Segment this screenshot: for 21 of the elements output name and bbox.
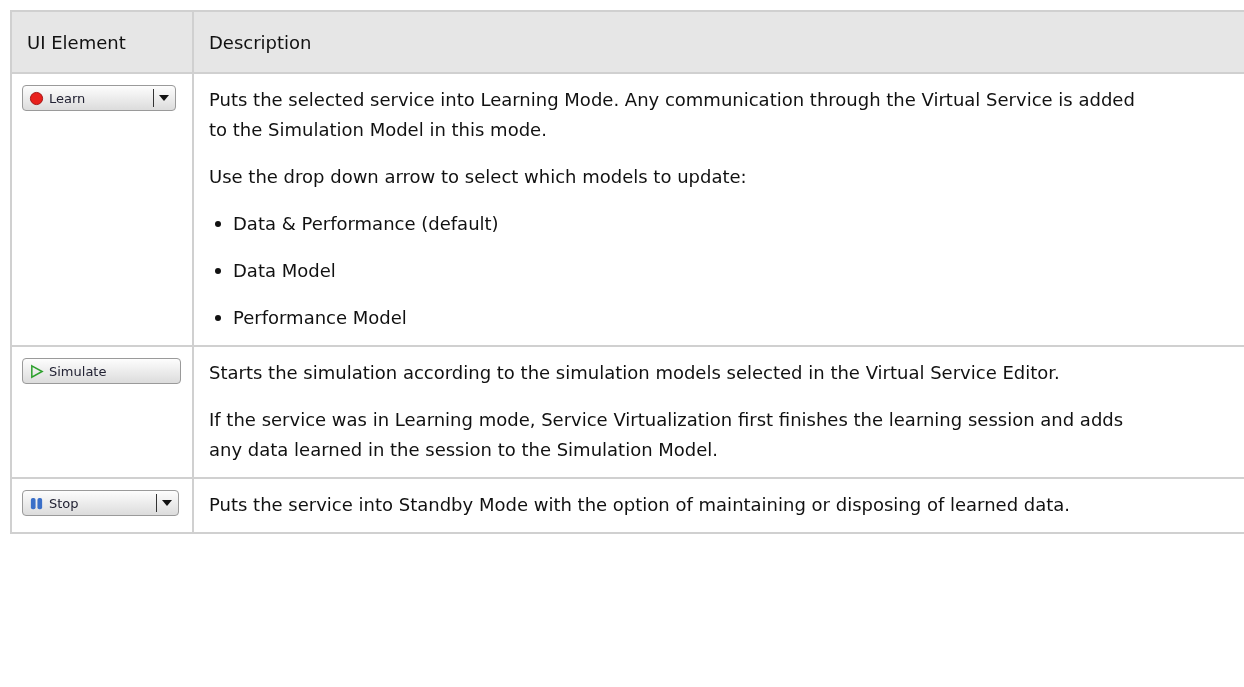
list-item: Data Model — [233, 259, 336, 283]
description-text: If the service was in Learning mode, Service Virtualization first finishes the learning session and adds any data learned in the session to the Simulation Model. — [209, 408, 1125, 462]
pause-icon — [29, 495, 44, 511]
bullet-icon — [215, 221, 221, 227]
stop-button[interactable]: Stop — [22, 490, 179, 516]
simulate-button[interactable]: Simulate — [22, 358, 181, 384]
caret-icon — [159, 95, 169, 101]
record-icon — [29, 90, 44, 106]
description-text: Use the drop down arrow to select which models to update: — [209, 165, 748, 189]
bullet-icon — [215, 268, 221, 274]
bullet-icon — [215, 315, 221, 321]
column-header: Description — [209, 31, 312, 53]
description-text: Puts the selected service into Learning Mode. Any communication through the Virtual Service is added to the Simulation Model in this mode. — [209, 88, 1136, 142]
list-item: Performance Model — [233, 306, 407, 330]
description-text: Puts the service into Standby Mode with the option of maintaining or disposing of learned data. — [209, 493, 1072, 517]
list-item: Data & Performance (default) — [233, 212, 499, 236]
column-header: UI Element — [27, 31, 126, 53]
caret-icon — [162, 500, 172, 506]
play-icon — [29, 363, 44, 379]
description-text: Starts the simulation according to the simulation models selected in the Virtual Service Editor. — [209, 361, 1061, 385]
learn-button[interactable]: Learn — [22, 85, 176, 111]
